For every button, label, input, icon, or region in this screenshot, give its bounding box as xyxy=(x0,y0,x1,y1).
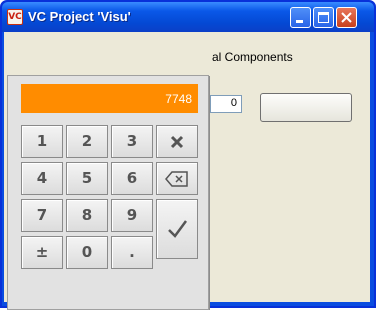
title-bar[interactable]: VC VC Project 'Visu' xyxy=(2,2,374,32)
backspace-key[interactable] xyxy=(156,162,198,195)
enter-key[interactable] xyxy=(156,199,198,259)
form-button[interactable] xyxy=(260,93,352,122)
checkmark-icon xyxy=(168,220,188,238)
maximize-icon xyxy=(318,12,329,23)
key-9[interactable]: 9 xyxy=(111,199,153,232)
app-window: VC VC Project 'Visu' al Components 0 774… xyxy=(0,0,376,310)
key-3[interactable]: 3 xyxy=(111,125,153,158)
key-8[interactable]: 8 xyxy=(66,199,108,232)
clear-key[interactable] xyxy=(156,125,198,158)
maximize-button[interactable] xyxy=(313,7,334,28)
key-6[interactable]: 6 xyxy=(111,162,153,195)
key-0[interactable]: 0 xyxy=(66,236,108,269)
key-1[interactable]: 1 xyxy=(21,125,63,158)
close-button[interactable] xyxy=(336,7,357,28)
vc-app-icon[interactable]: VC xyxy=(7,9,23,25)
minimize-button[interactable] xyxy=(290,7,311,28)
decimal-key[interactable]: . xyxy=(111,236,153,269)
minimize-icon xyxy=(296,20,303,23)
number-field[interactable]: 0 xyxy=(210,95,242,113)
close-icon xyxy=(341,12,352,23)
key-2[interactable]: 2 xyxy=(66,125,108,158)
key-5[interactable]: 5 xyxy=(66,162,108,195)
plus-minus-key[interactable]: ± xyxy=(21,236,63,269)
key-4[interactable]: 4 xyxy=(21,162,63,195)
key-7[interactable]: 7 xyxy=(21,199,63,232)
components-label: al Components xyxy=(212,50,293,64)
x-icon xyxy=(170,135,184,148)
numeric-keypad: 7748 1 2 3 4 5 6 7 8 9 ± 0 . xyxy=(7,75,209,310)
keypad-display: 7748 xyxy=(21,84,198,113)
window-client-area: al Components 0 7748 1 2 3 4 5 6 7 8 9 ±… xyxy=(4,32,370,310)
backspace-icon xyxy=(165,170,188,187)
window-title: VC Project 'Visu' xyxy=(28,9,131,24)
